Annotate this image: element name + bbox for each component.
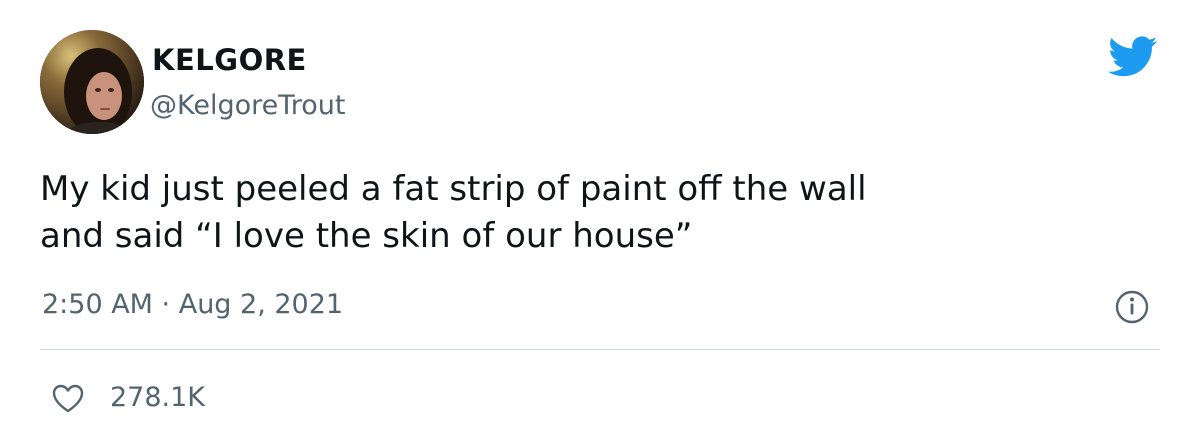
tweet-timestamp[interactable]: 2:50 AM · Aug 2, 2021 <box>42 285 343 325</box>
user-handle[interactable]: @KelgoreTrout <box>150 88 346 124</box>
like-count[interactable]: 278.1K <box>110 378 205 418</box>
info-icon[interactable] <box>1114 289 1150 325</box>
avatar-image <box>40 30 144 134</box>
display-name[interactable]: KELGORE <box>152 42 307 78</box>
tweet-text: My kid just peeled a fat strip of paint … <box>40 169 867 256</box>
divider <box>40 349 1160 350</box>
avatar[interactable] <box>40 30 144 134</box>
tweet-card: KELGORE @KelgoreTrout My kid just peeled… <box>0 0 1200 441</box>
twitter-bird-icon[interactable] <box>1108 36 1158 78</box>
heart-icon[interactable] <box>52 384 84 414</box>
